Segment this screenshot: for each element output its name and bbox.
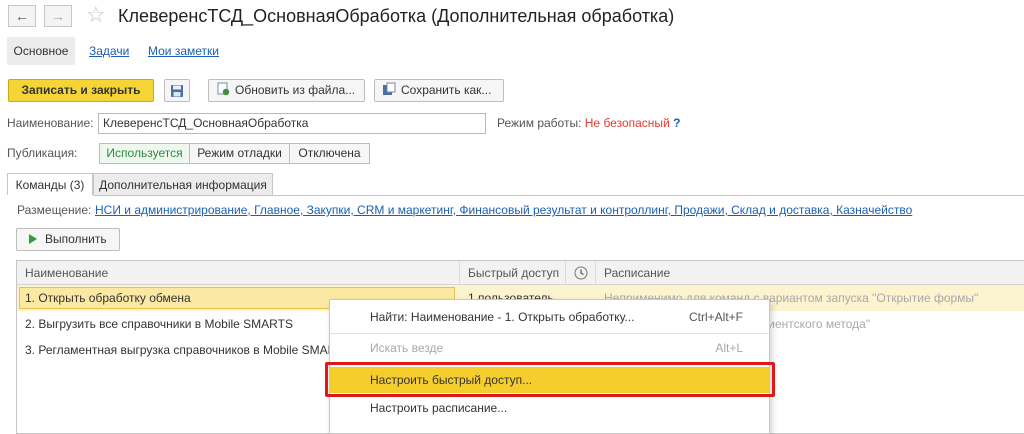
- save-as-button[interactable]: Сохранить как...: [374, 79, 504, 102]
- document-refresh-icon: [217, 82, 230, 96]
- publication-option-disabled[interactable]: Отключена: [289, 143, 370, 164]
- section-link-notes[interactable]: Мои заметки: [148, 37, 219, 65]
- menu-item-search-everywhere-shortcut: Alt+L: [715, 341, 743, 355]
- section-tab-main[interactable]: Основное: [7, 37, 75, 65]
- update-from-file-label: Обновить из файла...: [235, 83, 356, 97]
- placement-link[interactable]: НСИ и администрирование, Главное, Закупк…: [95, 203, 912, 217]
- menu-item-configure-schedule[interactable]: Настроить расписание...: [330, 395, 769, 421]
- column-header-name[interactable]: Наименование: [17, 261, 460, 285]
- forward-arrow-icon: →: [51, 8, 65, 24]
- save-as-label: Сохранить как...: [401, 83, 492, 97]
- name-input[interactable]: КлеверенсТСД_ОсновнаяОбработка: [98, 113, 486, 134]
- run-button[interactable]: Выполнить: [16, 228, 120, 251]
- mode-value[interactable]: Не безопасный: [585, 116, 670, 130]
- publication-label: Публикация:: [7, 146, 78, 160]
- name-label: Наименование:: [7, 116, 94, 130]
- floppy-disk-icon: [171, 85, 183, 97]
- mode-row: Режим работы: Не безопасный ?: [497, 116, 680, 130]
- forward-button[interactable]: →: [44, 5, 72, 27]
- play-icon: [29, 234, 37, 244]
- window-title: КлеверенсТСД_ОсновнаяОбработка (Дополнит…: [118, 6, 675, 26]
- mode-label: Режим работы:: [497, 116, 582, 130]
- menu-item-search-everywhere-label: Искать везде: [370, 341, 444, 355]
- column-header-quick-access[interactable]: Быстрый доступ: [460, 261, 566, 285]
- save-button[interactable]: [164, 79, 190, 102]
- save-as-icon: [383, 82, 396, 96]
- active-tab-gap: [7, 195, 93, 196]
- back-button[interactable]: ←: [8, 5, 36, 27]
- column-header-clock[interactable]: [566, 261, 596, 285]
- tab-commands[interactable]: Команды (3): [7, 173, 93, 196]
- highlight-frame: [325, 362, 775, 397]
- save-and-close-button[interactable]: Записать и закрыть: [8, 79, 154, 102]
- update-from-file-button[interactable]: Обновить из файла...: [208, 79, 365, 102]
- clock-icon: [574, 266, 588, 280]
- menu-item-find-shortcut: Ctrl+Alt+F: [688, 310, 743, 324]
- section-link-tasks[interactable]: Задачи: [89, 37, 129, 65]
- table-header: Наименование Быстрый доступ Расписание: [17, 261, 1024, 285]
- run-label: Выполнить: [45, 232, 107, 246]
- menu-item-find-label: Найти: Наименование - 1. Открыть обработ…: [370, 310, 635, 324]
- placement-label: Размещение:: [17, 203, 92, 217]
- help-icon[interactable]: ?: [673, 116, 680, 130]
- menu-item-find[interactable]: Найти: Наименование - 1. Открыть обработ…: [330, 304, 769, 330]
- menu-item-configure-schedule-label: Настроить расписание...: [370, 401, 508, 415]
- tab-divider: [7, 195, 1024, 196]
- publication-option-used[interactable]: Используется: [99, 143, 190, 164]
- favorite-star-icon[interactable]: ☆: [86, 2, 106, 28]
- column-header-schedule[interactable]: Расписание: [596, 261, 1024, 285]
- tab-additional-info[interactable]: Дополнительная информация: [93, 173, 273, 195]
- back-arrow-icon: ←: [15, 8, 29, 24]
- menu-separator: [330, 333, 769, 334]
- publication-option-debug[interactable]: Режим отладки: [189, 143, 290, 164]
- menu-item-search-everywhere[interactable]: Искать везде Alt+L: [330, 335, 769, 361]
